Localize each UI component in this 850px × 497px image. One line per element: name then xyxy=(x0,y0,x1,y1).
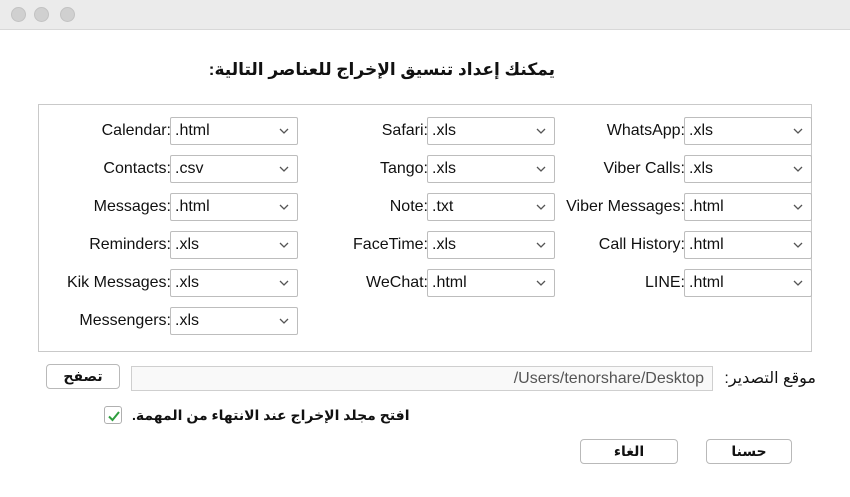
export-location-row: تصفح /Users/tenorshare/Desktop موقع التص… xyxy=(0,364,850,392)
open-folder-checkbox[interactable] xyxy=(104,406,122,424)
format-select-value: .xls xyxy=(175,312,199,329)
chevron-down-icon xyxy=(793,204,803,210)
format-row-viber-messages: Viber Messages: .html xyxy=(39,193,813,221)
format-label-line: LINE: xyxy=(644,274,685,291)
format-select-messengers[interactable]: .xls xyxy=(170,307,298,335)
chevron-down-icon xyxy=(793,128,803,134)
format-select-value: .html xyxy=(689,274,724,291)
format-select-value: .html xyxy=(689,236,724,253)
chevron-down-icon xyxy=(793,280,803,286)
browse-button[interactable]: تصفح xyxy=(46,364,120,389)
close-window-button[interactable] xyxy=(11,7,26,22)
format-settings-group: Calendar: .html Contacts: .csv Messages: .htm… xyxy=(38,104,812,352)
format-label-viber-messages: Viber Messages: xyxy=(566,198,685,215)
format-select-whatsapp[interactable]: .xls xyxy=(684,117,812,145)
chevron-down-icon xyxy=(793,242,803,248)
format-select-value: .html xyxy=(689,198,724,215)
format-label-viber-calls: Viber Calls: xyxy=(603,160,685,177)
format-label-call-history: Call History: xyxy=(598,236,685,253)
chevron-down-icon xyxy=(279,318,289,324)
format-select-call-history[interactable]: .html xyxy=(684,231,812,259)
format-select-value: .xls xyxy=(689,122,713,139)
ok-button[interactable]: حسنا xyxy=(706,439,792,464)
format-select-value: .xls xyxy=(689,160,713,177)
cancel-button[interactable]: الغاء xyxy=(580,439,678,464)
format-select-viber-calls[interactable]: .xls xyxy=(684,155,812,183)
format-row-whatsapp: WhatsApp: .xls xyxy=(39,117,813,145)
format-row-viber-calls: Viber Calls: .xls xyxy=(39,155,813,183)
chevron-down-icon xyxy=(793,166,803,172)
export-location-label: موقع التصدير: xyxy=(724,370,816,387)
format-row-messengers: Messengers: .xls xyxy=(39,307,813,335)
export-path-field[interactable]: /Users/tenorshare/Desktop xyxy=(131,366,713,391)
format-select-viber-messages[interactable]: .html xyxy=(684,193,812,221)
zoom-window-button[interactable] xyxy=(60,7,75,22)
format-label-whatsapp: WhatsApp: xyxy=(606,122,685,139)
format-row-line: LINE: .html xyxy=(39,269,813,297)
minimize-window-button[interactable] xyxy=(34,7,49,22)
open-folder-label: افتح مجلد الإخراج عند الانتهاء من المهمة… xyxy=(132,407,410,423)
page-title: يمكنك إعداد تنسيق الإخراج للعناصر التالي… xyxy=(208,60,555,79)
checkmark-icon xyxy=(108,411,120,422)
title-bar xyxy=(0,0,850,30)
format-row-call-history: Call History: .html xyxy=(39,231,813,259)
format-label-messengers: Messengers: xyxy=(79,312,171,329)
format-select-line[interactable]: .html xyxy=(684,269,812,297)
